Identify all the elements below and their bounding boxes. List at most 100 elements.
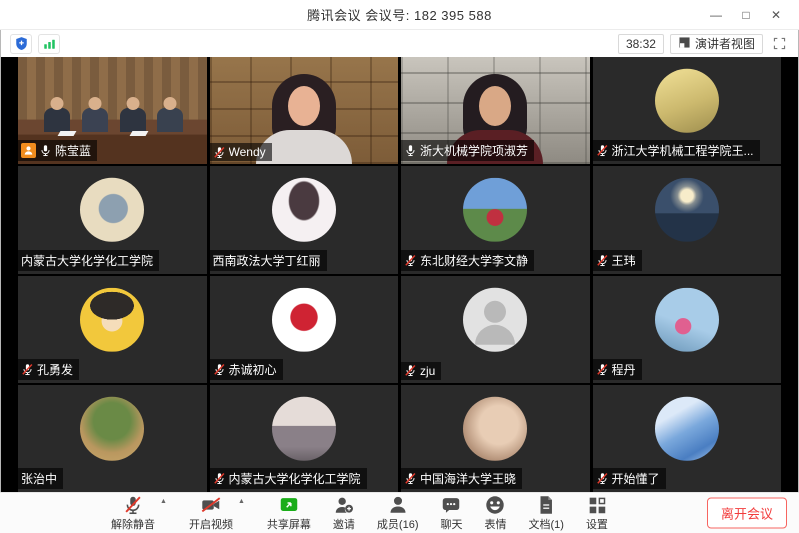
speaker-view-button[interactable]: 演讲者视图 [670,34,763,54]
participant-name: 开始懂了 [612,470,660,487]
participant-name-tag: 西南政法大学丁红丽 [210,250,327,271]
participant-avatar [80,397,144,461]
unmute-button-group: 解除静音 ▲ [111,494,167,532]
mic-muted-icon [404,254,417,267]
participant-name-tag: 陈莹蓝 [18,140,97,161]
participant-tile[interactable]: zju [401,276,590,383]
participant-name-tag: 中国海洋大学王晓 [401,468,522,489]
participant-tile[interactable]: Wendy [210,57,399,164]
table-paper [58,131,77,136]
invite-person-icon [333,494,355,516]
security-shield-icon[interactable] [10,34,32,54]
participant-tile[interactable]: 中国海洋大学王晓 [401,385,590,492]
chat-button-label: 聊天 [440,516,462,532]
participant-avatar [80,178,144,242]
mic-on-icon [404,144,417,157]
participant-avatar [655,287,719,351]
network-signal-icon[interactable] [38,34,60,54]
settings-button[interactable]: 设置 [586,494,608,532]
participant-tile[interactable]: 程丹 [593,276,782,383]
participant-avatar [463,287,527,351]
video-grid: 陈莹蓝 Wendy 浙大机械学院项淑芳 浙江大学机械工程学院王... 内蒙古大学化学化工… [18,57,781,492]
mic-muted-icon [122,494,144,516]
participant-tile[interactable]: 内蒙古大学化学化工学院 [18,166,207,273]
participant-name: 内蒙古大学化学化工学院 [21,252,153,269]
start-video-button[interactable]: 开启视频 [189,494,233,532]
attendee-figure [82,108,108,132]
docs-button-group: 文档(1) [528,494,563,532]
close-button[interactable]: ✕ [761,0,791,29]
participant-name: 内蒙古大学化学化工学院 [229,470,361,487]
maximize-button[interactable]: □ [731,0,761,29]
participant-tile[interactable]: 陈莹蓝 [18,57,207,164]
mic-muted-icon [404,364,417,377]
participant-tile[interactable]: 开始懂了 [593,385,782,492]
speaker-view-label: 演讲者视图 [695,35,755,52]
figure-face [288,86,320,126]
caret-up-icon[interactable]: ▲ [160,498,167,505]
participant-tile[interactable]: 浙江大学机械工程学院王... [593,57,782,164]
members-button[interactable]: 成员(16) [377,494,419,532]
participant-tile[interactable]: 内蒙古大学化学化工学院 [210,385,399,492]
share-screen-button-group: 共享屏幕 [267,494,311,532]
invite-button[interactable]: 邀请 [333,494,355,532]
mic-muted-icon [213,472,226,485]
speaker-view-icon [678,36,691,52]
participant-tile[interactable]: 张治中 [18,385,207,492]
emoji-button[interactable]: 表情 [484,494,506,532]
bottom-control-bar: 解除静音 ▲ 开启视频 ▲ 共享屏幕邀请 成员(16) 聊天 表情文档(1) 设置 离开会议 [0,492,799,533]
document-icon [535,494,557,516]
participant-avatar [80,287,144,351]
unmute-button[interactable]: 解除静音 [111,494,155,532]
members-button-label: 成员(16) [377,516,419,532]
mic-muted-icon [213,146,226,159]
meeting-timer: 38:32 [618,34,664,54]
invite-button-label: 邀请 [333,516,355,532]
participant-name: Wendy [229,145,266,159]
participant-tile[interactable]: 赤诚初心 [210,276,399,383]
participant-name: 陈莹蓝 [55,142,91,159]
participant-avatar [272,287,336,351]
docs-button[interactable]: 文档(1) [528,494,563,532]
participant-name-tag: 孔勇发 [18,359,79,380]
camera-off-icon [200,494,222,516]
participant-name: 赤诚初心 [229,361,277,378]
invite-button-group: 邀请 [333,494,355,532]
participant-avatar [272,397,336,461]
mic-muted-icon [213,363,226,376]
participant-avatar [655,178,719,242]
caret-up-icon[interactable]: ▲ [238,498,245,505]
participant-name: 张治中 [21,470,57,487]
participant-name-tag: 开始懂了 [593,468,666,489]
fullscreen-icon[interactable] [769,34,789,54]
participant-tile[interactable]: 王玮 [593,166,782,273]
share-screen-button[interactable]: 共享屏幕 [267,494,311,532]
participant-avatar [463,397,527,461]
unmute-button-label: 解除静音 [111,516,155,532]
start-video-button-group: 开启视频 ▲ [189,494,245,532]
participant-name: 王玮 [612,252,636,269]
attendee-figure [157,108,183,132]
attendee-figure [44,108,70,132]
participant-tile[interactable]: 浙大机械学院项淑芳 [401,57,590,164]
mic-muted-icon [596,363,609,376]
participant-tile[interactable]: 东北财经大学李文静 [401,166,590,273]
participant-name: 浙江大学机械工程学院王... [612,142,754,159]
participant-name-tag: 浙大机械学院项淑芳 [401,140,534,161]
top-toolbar: 38:32 演讲者视图 [0,30,799,57]
meeting-window: 腾讯会议 会议号: 182 395 588 — □ ✕ 38:32 演讲者视图 … [0,0,799,533]
participant-name-tag: 内蒙古大学化学化工学院 [210,468,367,489]
mic-muted-icon [21,363,34,376]
mic-muted-icon [596,254,609,267]
participant-name-tag: 程丹 [593,359,642,380]
leave-meeting-button[interactable]: 离开会议 [707,498,787,529]
participant-tile[interactable]: 孔勇发 [18,276,207,383]
minimize-button[interactable]: — [701,0,731,29]
participant-name-tag: Wendy [210,143,272,161]
settings-grid-icon [586,494,608,516]
settings-button-group: 设置 [586,494,608,532]
participant-tile[interactable]: 西南政法大学丁红丽 [210,166,399,273]
participant-avatar [655,397,719,461]
chat-button[interactable]: 聊天 [440,494,462,532]
participant-name: 中国海洋大学王晓 [420,470,516,487]
